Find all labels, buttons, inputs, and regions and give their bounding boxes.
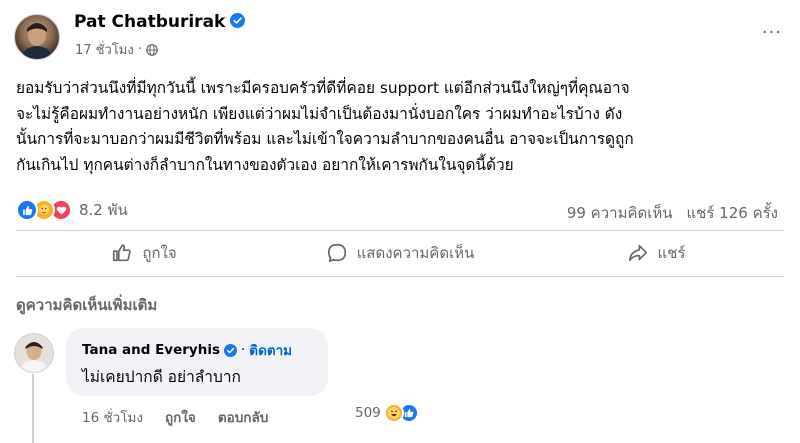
comment-button[interactable]: แสดงความคิดเห็น [272,236,528,270]
shares-count[interactable]: แชร์ 126 ครั้ง [687,201,779,225]
globe-icon[interactable] [146,43,158,56]
comment-label: แสดงความคิดเห็น [356,244,475,262]
view-more-comments-link[interactable]: ดูความคิดเห็นเพิ่มเติม [16,293,157,317]
comment-reaction-count: 509 [355,405,381,421]
share-arrow-icon [628,244,647,262]
comment-reply-button[interactable]: ตอบกลับ [218,406,268,428]
author-avatar[interactable] [14,14,60,60]
comment-bubble-icon [327,243,346,263]
comment-text: ไม่เคยปากดี อย่าลำบาก [82,368,241,386]
reaction-count[interactable]: 8.2 พัน [79,198,128,222]
verified-badge-icon [230,13,246,28]
verified-badge-icon [224,343,237,357]
author-separator: · [241,342,246,358]
divider-bottom [16,276,784,277]
post-stats: 99 ความคิดเห็น แชร์ 126 ครั้ง [567,201,778,225]
post-text: ยอมรับว่าส่วนนึงที่มีทุกวันนี้ เพราะมีคร… [16,76,791,178]
thumbs-up-icon [113,244,132,262]
post-meta: 17 ชั่วโมง · [75,39,158,60]
haha-reaction-icon [383,403,404,423]
action-bar: ถูกใจ แสดงความคิดเห็น แชร์ [16,236,784,270]
like-reaction-icon [16,199,38,221]
comment-author[interactable]: Tana and Everyhis [82,342,220,358]
share-button[interactable]: แชร์ [528,236,784,270]
like-button[interactable]: ถูกใจ [16,236,272,270]
author-name-text[interactable]: Pat Chatburirak [74,12,225,32]
comment-like-button[interactable]: ถูกใจ [165,406,196,428]
divider-top [16,230,784,231]
post-time[interactable]: 17 ชั่วโมง [75,39,134,60]
post-text-line: จะไม่รู้คือผมทำงานอย่างหนัก เพียงแต่ว่าผ… [16,104,623,123]
post-text-line: ยอมรับว่าส่วนนึงที่มีทุกวันนี้ เพราะมีคร… [16,79,630,97]
post-text-line: นั้นการที่จะมาบอกว่าผมมีชีวิตที่พร้อม แล… [16,130,634,148]
author-name[interactable]: Pat Chatburirak [74,12,246,32]
comment-reactions[interactable]: 509 [355,403,419,423]
meta-separator: · [137,42,142,57]
thread-line [32,374,34,443]
comment-meta: 16 ชั่วโมง ถูกใจ ตอบกลับ [82,406,268,428]
like-label: ถูกใจ [142,244,177,262]
comments-count[interactable]: 99 ความคิดเห็น [567,201,673,225]
commenter-avatar[interactable] [14,333,54,373]
share-label: แชร์ [657,244,686,262]
comment-time[interactable]: 16 ชั่วโมง [82,406,143,428]
comment-author-row: Tana and Everyhis · ติดตาม [82,339,292,361]
follow-button[interactable]: ติดตาม [249,339,292,361]
reactions-summary[interactable]: 8.2 พัน [16,198,128,222]
more-options-button[interactable]: ··· [762,22,782,43]
post-text-line: กันเกินไป ทุกคนต่างก็ลำบากในทางของตัวเอง… [16,155,514,174]
